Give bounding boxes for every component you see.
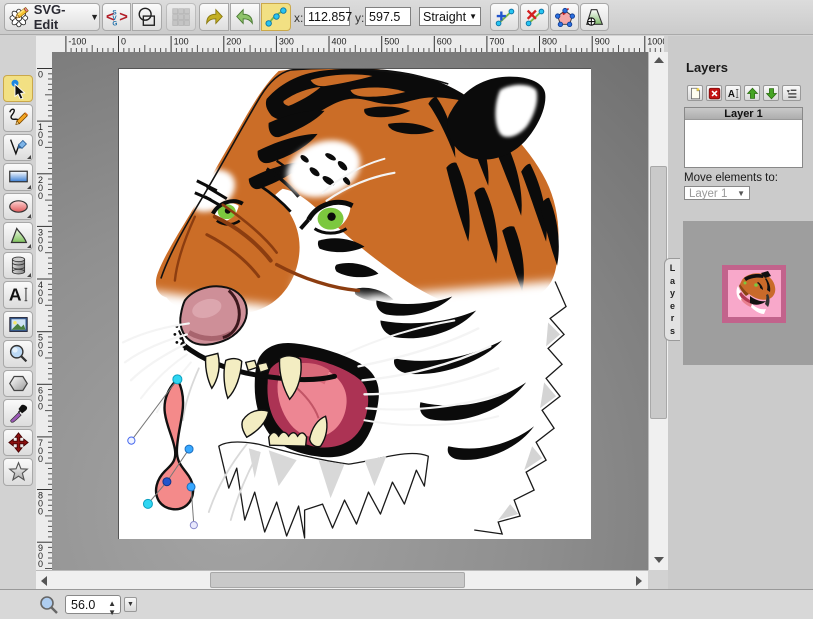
- svg-text:0: 0: [38, 559, 43, 569]
- svg-text:0: 0: [38, 296, 43, 306]
- svg-text:900: 900: [595, 37, 610, 47]
- svg-text:0: 0: [38, 138, 43, 148]
- svg-text:800: 800: [542, 37, 557, 47]
- svg-text:0: 0: [38, 454, 43, 464]
- svg-text:600: 600: [437, 37, 452, 47]
- svg-text:200: 200: [226, 37, 241, 47]
- svg-text:100: 100: [174, 37, 189, 47]
- svg-text:>: >: [119, 10, 128, 26]
- svg-text:0: 0: [38, 507, 43, 517]
- svg-text:A: A: [727, 89, 734, 100]
- svg-text:A: A: [8, 285, 21, 305]
- svg-text:0: 0: [38, 349, 43, 359]
- svg-text:700: 700: [489, 37, 504, 47]
- svg-text:0: 0: [38, 401, 43, 411]
- svg-text:0: 0: [38, 243, 43, 253]
- svg-text:G: G: [112, 20, 117, 27]
- svg-text:0: 0: [38, 191, 43, 201]
- svg-text:0: 0: [121, 37, 126, 47]
- svg-text:300: 300: [279, 37, 294, 47]
- svg-text:0: 0: [38, 70, 43, 80]
- svg-text:-100: -100: [68, 37, 86, 47]
- svg-text:500: 500: [384, 37, 399, 47]
- svg-text:1000: 1000: [647, 37, 664, 47]
- svg-text:400: 400: [332, 37, 347, 47]
